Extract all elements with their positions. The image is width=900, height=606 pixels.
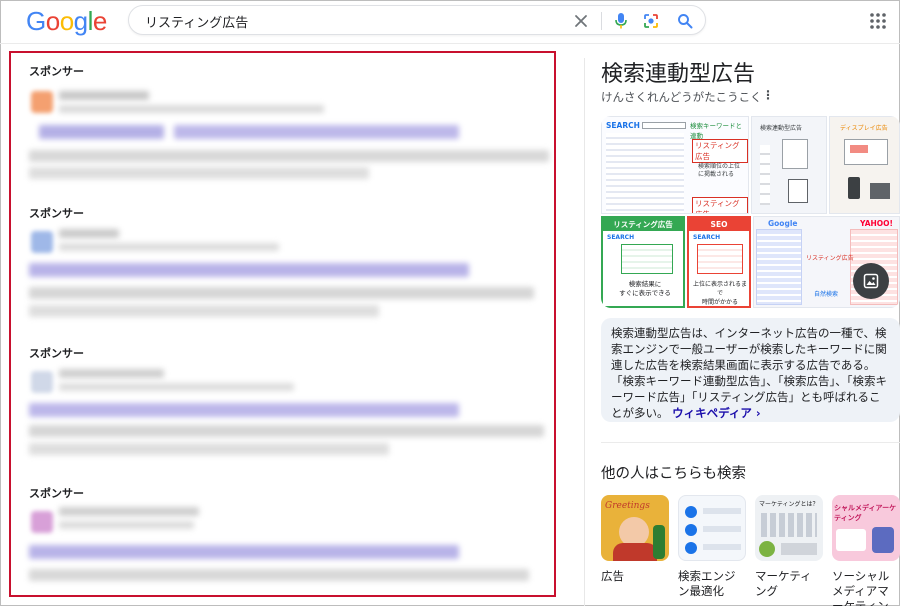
- also-search-item[interactable]: シャルメディアーケティング ソーシャルメディアマーケティング: [832, 495, 900, 606]
- tile-text: リスティング広告: [692, 197, 748, 213]
- ad-description: [29, 569, 529, 581]
- search-header: Google: [0, 0, 900, 44]
- site-name: [59, 507, 199, 516]
- close-icon[interactable]: [571, 11, 591, 31]
- site-favicon: [31, 371, 53, 393]
- ad-headline-link[interactable]: [29, 263, 469, 277]
- also-search-image[interactable]: [678, 495, 746, 561]
- image-icon[interactable]: [853, 263, 889, 299]
- logo-letter: o: [59, 6, 74, 36]
- site-url: [59, 383, 294, 391]
- camera-lens-icon[interactable]: [641, 11, 661, 31]
- knowledge-panel-description: 検索連動型広告は、インターネット広告の一種で、検索エンジンで一般ユーザーが検索し…: [601, 318, 900, 422]
- panel-separator: [601, 442, 900, 443]
- image-tile[interactable]: SEARCH 検索キーワードと連動 リスティング広告 検索順位の上位に掲載される…: [601, 116, 749, 214]
- also-search-image[interactable]: シャルメディアーケティング: [832, 495, 900, 561]
- tile-text: SEARCH: [607, 234, 635, 241]
- ad-description: [29, 167, 369, 179]
- search-divider: [601, 12, 602, 30]
- image-text: マーケティングとは？: [759, 501, 819, 508]
- knowledge-panel-reading: けんさくれんどうがたこうこく: [601, 90, 762, 104]
- also-search-item[interactable]: 検索エンジン最適化: [678, 495, 746, 599]
- logo-letter: e: [92, 6, 107, 36]
- site-favicon: [31, 91, 53, 113]
- also-search-item[interactable]: Greetings 広告: [601, 495, 669, 584]
- ad-description: [29, 443, 389, 455]
- image-tile[interactable]: リスティング広告 SEARCH 検索結果に すぐに表示できる: [601, 216, 685, 308]
- tile-text: リスティング広告: [692, 139, 748, 163]
- image-tile[interactable]: SEO SEARCH 上位に表示されるまで 時間がかかる: [687, 216, 751, 308]
- also-search-image[interactable]: マーケティングとは？: [755, 495, 823, 561]
- sponsored-label: スポンサー: [29, 347, 84, 360]
- tile-text: 上位に表示されるまで 時間がかかる: [692, 281, 747, 306]
- also-search-item[interactable]: マーケティングとは？ マーケティング: [755, 495, 823, 599]
- ad-description: [29, 287, 534, 299]
- image-tile[interactable]: 検索連動型広告: [751, 116, 827, 214]
- header-divider: [0, 43, 900, 44]
- ad-headline-link[interactable]: [39, 125, 164, 139]
- tile-text: 検索連動型広告: [760, 125, 803, 132]
- people-also-search-title: 他の人はこちらも検索: [601, 466, 746, 482]
- knowledge-panel-title: 検索連動型広告: [601, 62, 756, 87]
- site-name: [59, 369, 164, 378]
- mic-icon[interactable]: [611, 11, 631, 31]
- wikipedia-link[interactable]: ウィキペディア ›: [672, 406, 760, 420]
- tile-text: 検索順位の上位に掲載される: [698, 163, 741, 178]
- tile-text: リスティング広告: [603, 218, 683, 231]
- ad-description: [29, 305, 379, 317]
- site-url: [59, 105, 324, 113]
- tile-text: SEARCH: [606, 121, 640, 130]
- ad-headline-link[interactable]: [29, 403, 459, 417]
- also-search-label: 検索エンジン最適化: [678, 569, 736, 598]
- site-url: [59, 243, 279, 251]
- ad-headline-link[interactable]: [174, 125, 459, 139]
- also-search-label: 広告: [601, 569, 624, 583]
- also-search-image[interactable]: Greetings: [601, 495, 669, 561]
- google-logo[interactable]: Google: [26, 6, 107, 37]
- sponsored-results-highlight: スポンサー スポンサー スポンサー スポンサー: [9, 51, 556, 597]
- more-vert-icon[interactable]: ⋮: [762, 88, 774, 102]
- ad-description: [29, 425, 544, 437]
- site-name: [59, 229, 119, 238]
- logo-letter: G: [26, 6, 46, 36]
- sponsored-label: スポンサー: [29, 487, 84, 500]
- search-input[interactable]: [145, 11, 565, 31]
- logo-letters: Google: [26, 6, 107, 36]
- logo-letter: g: [73, 6, 88, 36]
- ad-headline-link[interactable]: [29, 545, 459, 559]
- search-box[interactable]: [128, 5, 706, 35]
- search-icon[interactable]: [675, 11, 695, 31]
- image-tile[interactable]: ディスプレイ広告: [829, 116, 900, 214]
- tile-text: Google: [768, 219, 798, 228]
- tile-text: リスティング広告: [806, 255, 854, 262]
- tile-text: SEO: [689, 218, 749, 231]
- also-search-label: ソーシャルメディアマーケティング: [832, 569, 890, 606]
- tile-text: YAHOO!: [860, 219, 893, 228]
- logo-letter: o: [45, 6, 60, 36]
- tile-text: SEARCH: [693, 234, 721, 241]
- site-favicon: [31, 231, 53, 253]
- tile-text: ディスプレイ広告: [840, 125, 888, 132]
- sponsored-label: スポンサー: [29, 65, 84, 78]
- apps-grid-icon[interactable]: [869, 12, 887, 30]
- image-text: Greetings: [605, 501, 650, 511]
- site-name: [59, 91, 149, 100]
- tile-text: 検索結果に すぐに表示できる: [619, 280, 671, 297]
- sponsored-label: スポンサー: [29, 207, 84, 220]
- image-text: シャルメディアーケティング: [834, 504, 897, 522]
- ad-description: [29, 150, 549, 162]
- site-url: [59, 521, 194, 529]
- also-search-label: マーケティング: [755, 569, 812, 598]
- site-favicon: [31, 511, 53, 533]
- tile-text: 自然検索: [814, 291, 839, 298]
- tile-text: 検索キーワードと連動: [690, 122, 742, 140]
- panel-divider: [584, 58, 585, 606]
